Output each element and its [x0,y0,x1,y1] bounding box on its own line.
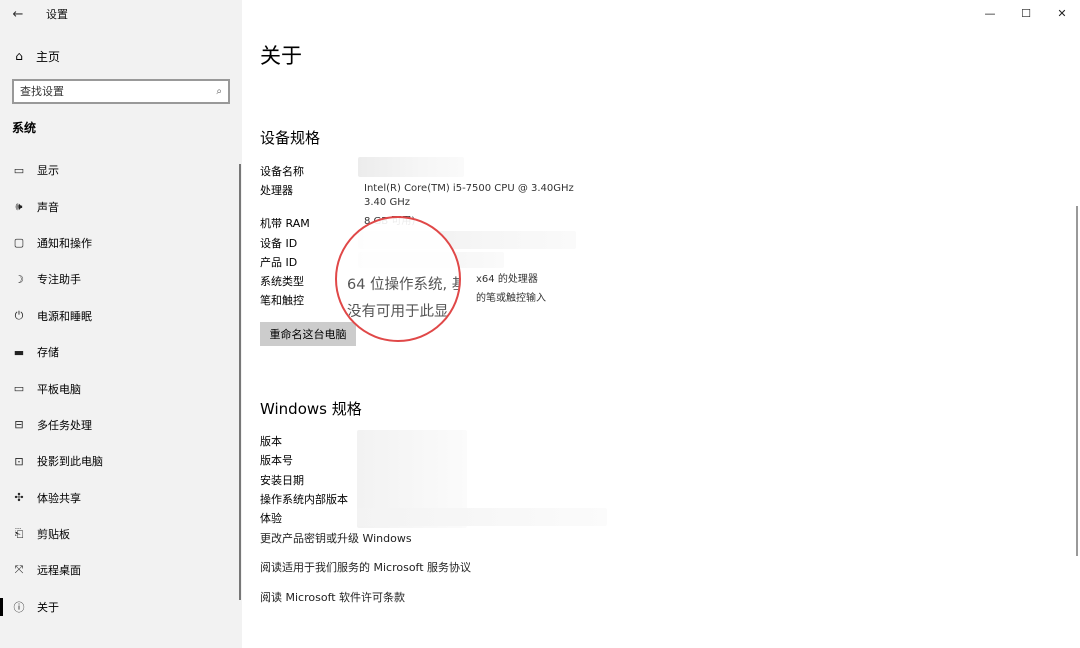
sidebar-item-label: 声音 [37,200,59,214]
title-bar: ← 设置 [0,0,242,28]
sidebar-item-tablet[interactable]: ▭ 平板电脑 [0,370,242,406]
back-arrow-icon: ← [12,6,24,22]
service-agreement-link[interactable]: 阅读适用于我们服务的 Microsoft 服务协议 [260,559,471,575]
rename-pc-button[interactable]: 重命名这台电脑 [260,322,356,346]
sidebar-item-display[interactable]: ▭ 显示 [0,152,242,188]
projector-icon: ⊡ [14,454,24,468]
device-specs-heading: 设备规格 [260,129,321,147]
sidebar-item-multitasking[interactable]: ⊟ 多任务处理 [0,407,242,443]
sidebar-nav: ▭ 显示 🕪 声音 ▢ 通知和操作 ☽ 专注助手 ⏻ 电源和睡眠 ▬ 存储 ▭ 平板电脑 ⊟ 多… [0,152,242,625]
multitasking-icon: ⊟ [14,418,24,432]
spec-value: x64 的处理器 [476,274,538,285]
clipboard-icon: ⎗ [14,527,24,541]
sidebar-item-label: 剪贴板 [37,528,70,542]
change-product-key-link[interactable]: 更改产品密钥或升级 Windows [260,530,412,546]
magnifier-callout: 64 位操作系统, 基 没有可用于此显 [335,216,461,342]
spec-key: 处理器 [260,184,293,197]
section-label: 系统 [12,121,37,135]
sidebar-item-power[interactable]: ⏻ 电源和睡眠 [0,298,242,334]
spec-key: 体验 [260,512,282,525]
sidebar-item-label: 电源和睡眠 [37,309,92,323]
notification-icon: ▢ [13,236,25,250]
sidebar-item-label: 体验共享 [37,491,81,505]
page-title: 关于 [260,44,302,68]
sidebar-item-remote-desktop[interactable]: ⤧ 远程桌面 [0,552,242,588]
redacted-value [358,157,464,177]
moon-icon: ☽ [14,272,24,286]
magnified-pen-touch: 没有可用于此显 [347,304,449,320]
windows-specs-heading: Windows 规格 [260,400,362,418]
search-icon[interactable]: ⌕ [216,86,222,97]
tablet-icon: ▭ [13,382,25,396]
sidebar-item-label: 显示 [37,164,59,178]
spec-key: 系统类型 [260,275,304,288]
search-box[interactable]: ⌕ [12,79,230,104]
window-title: 设置 [46,8,68,21]
sidebar-item-label: 专注助手 [37,273,81,287]
spec-key: 安装日期 [260,474,304,487]
back-button[interactable]: ← [0,0,36,28]
spec-value: 的笔或触控输入 [476,293,546,304]
sidebar-item-label: 通知和操作 [37,236,92,250]
share-icon: ✣ [14,491,24,505]
license-terms-link[interactable]: 阅读 Microsoft 软件许可条款 [260,589,405,605]
spec-key: 操作系统内部版本 [260,493,348,506]
sidebar-item-label: 投影到此电脑 [37,455,103,469]
spec-key: 机带 RAM [260,217,310,230]
redacted-experience-value [357,508,607,526]
sidebar-item-focus-assist[interactable]: ☽ 专注助手 [0,261,242,297]
spec-key: 设备名称 [260,165,304,178]
sidebar-item-home[interactable]: ⌂ 主页 [12,46,60,66]
sidebar-item-storage[interactable]: ▬ 存储 [0,334,242,370]
spec-key: 笔和触控 [260,294,304,307]
sidebar-item-shared-experiences[interactable]: ✣ 体验共享 [0,480,242,516]
sidebar-item-sound[interactable]: 🕪 声音 [0,188,242,224]
sidebar-item-label: 远程桌面 [37,564,81,578]
sidebar-item-notifications[interactable]: ▢ 通知和操作 [0,225,242,261]
main-scrollbar[interactable] [1076,206,1078,556]
sidebar-item-label: 平板电脑 [37,382,81,396]
sidebar-item-about[interactable]: ⓘ 关于 [0,589,242,625]
search-input[interactable] [20,85,217,98]
spec-key: 版本 [260,435,282,448]
sidebar-scrollbar[interactable] [239,164,241,600]
spec-value: Intel(R) Core(TM) i5-7500 CPU @ 3.40GHz … [364,183,574,208]
power-icon: ⏻ [14,308,24,322]
display-icon: ▭ [13,163,25,177]
spec-key: 产品 ID [260,256,298,269]
sidebar-item-label: 主页 [36,49,61,64]
spec-key: 设备 ID [260,237,298,250]
sidebar-item-label: 存储 [37,346,59,360]
sidebar-item-label: 多任务处理 [37,418,92,432]
sidebar-item-label: 关于 [37,600,59,614]
info-icon: ⓘ [13,600,25,614]
spec-key: 版本号 [260,454,293,467]
remote-desktop-icon: ⤧ [14,563,24,577]
storage-icon: ▬ [13,345,25,359]
sidebar-item-projecting[interactable]: ⊡ 投影到此电脑 [0,443,242,479]
sidebar-item-clipboard[interactable]: ⎗ 剪贴板 [0,516,242,552]
speaker-icon: 🕪 [15,199,23,213]
home-icon: ⌂ [15,49,23,63]
magnified-system-type: 64 位操作系统, 基 [347,277,461,293]
sidebar: ← 设置 ⌂ 主页 ⌕ 系统 ▭ 显示 🕪 声音 ▢ 通知和操作 ☽ 专注助手 ⏻ 电源和… [0,0,242,648]
